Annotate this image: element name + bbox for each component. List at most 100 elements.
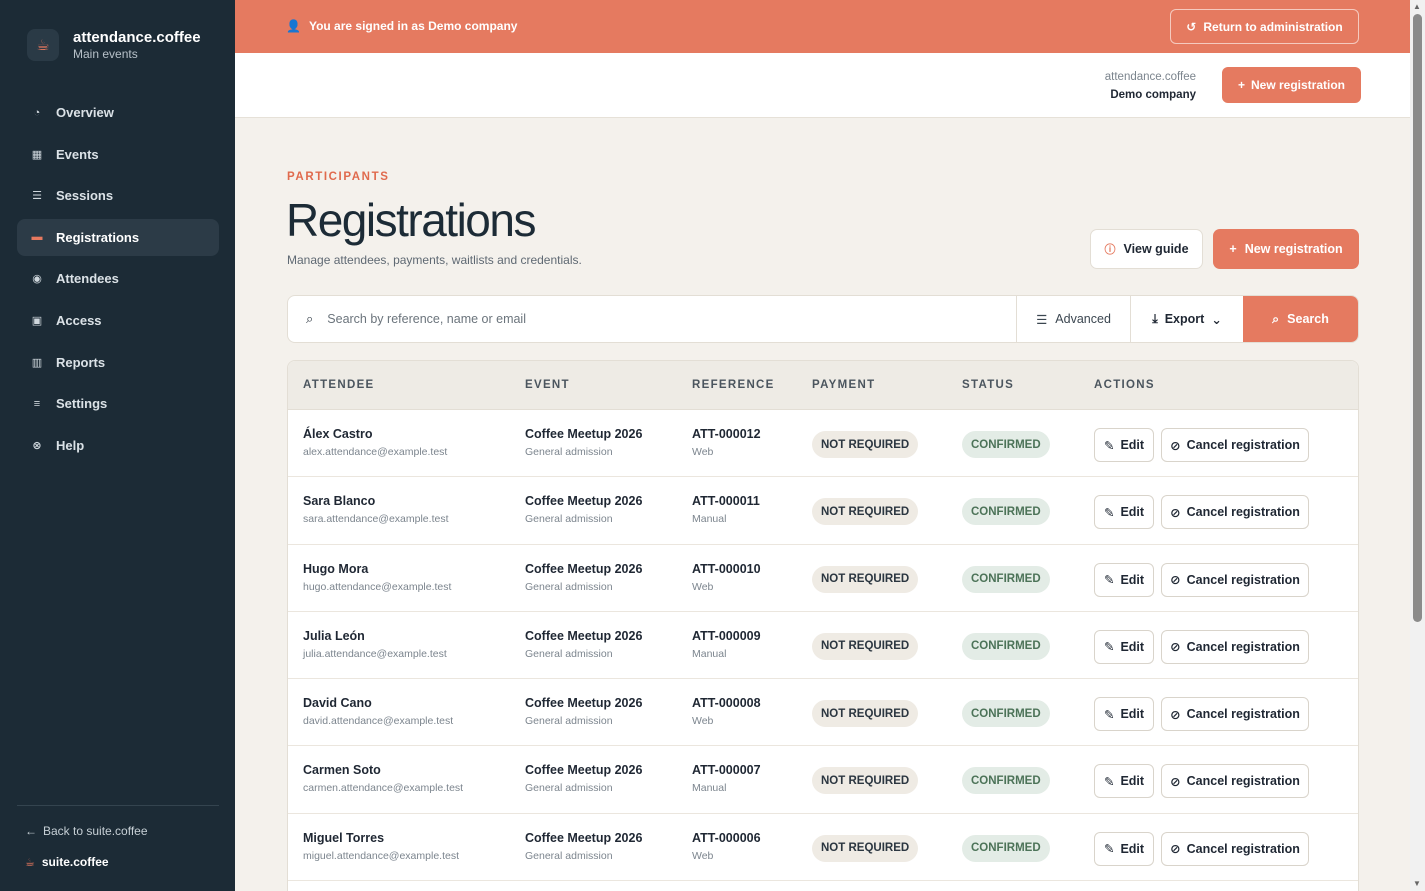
edit-button[interactable]: ✎ Edit (1094, 428, 1154, 462)
table-row[interactable]: Sara Blanco sara.attendance@example.test C… (288, 477, 1358, 545)
column-header-reference[interactable]: REFERENCE (692, 379, 775, 391)
table-row[interactable]: Carmen Soto carmen.attendance@example.tes… (288, 746, 1358, 814)
cancel-label: Cancel registration (1186, 505, 1300, 520)
search-button[interactable]: ⌕ Search (1243, 296, 1358, 342)
org-name: Demo company (1110, 89, 1196, 101)
advanced-label: Advanced (1055, 312, 1111, 326)
cancel-registration-button[interactable]: ⊘ Cancel registration (1161, 831, 1309, 866)
column-header-status[interactable]: STATUS (962, 379, 1014, 391)
attendee-cell: Carmen Soto carmen.attendance@example.tes… (303, 762, 463, 795)
ticket-type: General admission (525, 446, 613, 458)
status-badge: CONFIRMED (962, 834, 1050, 862)
edit-button[interactable]: ✎ Edit (1094, 697, 1154, 732)
event-name: Coffee Meetup 2026 (525, 494, 643, 509)
edit-button[interactable]: ✎ Edit (1094, 629, 1154, 664)
search-input[interactable] (327, 312, 928, 326)
scrollbar-thumb[interactable] (1413, 14, 1422, 622)
cancel-label: Cancel registration (1186, 438, 1300, 452)
registration-channel: Web (692, 715, 714, 728)
sidebar-item-label: Help (56, 437, 85, 453)
help-circle-icon: ⊗ (32, 439, 42, 452)
attendee-name[interactable]: Álex Castro (303, 426, 447, 442)
plus-icon: + (1237, 78, 1245, 92)
edit-button[interactable]: ✎ Edit (1094, 495, 1154, 530)
attendee-cell: Miguel Torres miguel.attendance@example.t… (303, 830, 459, 863)
table-row[interactable]: Álex Castro alex.attendance@example.test C… (288, 410, 1358, 478)
event-name: Coffee Meetup 2026 (525, 427, 643, 441)
back-to-suite-link[interactable]: ← Back to suite.coffee (25, 824, 148, 838)
cancel-registration-button[interactable]: ⊘ Cancel registration (1161, 697, 1309, 732)
attendee-name[interactable]: Julia León (303, 628, 447, 644)
event-cell: Coffee Meetup 2026 General admission (525, 493, 642, 526)
edit-button[interactable]: ✎ Edit (1094, 562, 1154, 597)
attendee-email: carmen.attendance@example.test (303, 782, 464, 795)
ban-icon: ⊘ (1170, 774, 1181, 789)
table-row[interactable]: Hugo Mora hugo.attendance@example.test Cof… (288, 545, 1358, 612)
scroll-up-icon[interactable]: ▲ (1413, 2, 1421, 11)
event-name: Coffee Meetup 2026 (525, 561, 643, 576)
column-header-payment[interactable]: PAYMENT (812, 379, 875, 391)
cancel-registration-button[interactable]: ⊘ Cancel registration (1161, 495, 1309, 530)
attendee-name[interactable]: Sara Blanco (303, 493, 449, 509)
ticket-type: General admission (525, 715, 613, 728)
attendee-name[interactable]: Miguel Torres (303, 830, 459, 846)
event-cell: Coffee Meetup 2026 General admission (525, 830, 642, 863)
reference-cell: ATT-000007 Manual (692, 762, 761, 795)
cancel-label: Cancel registration (1186, 572, 1300, 587)
cancel-registration-button[interactable]: ⊘ Cancel registration (1161, 764, 1309, 799)
brand-name: attendance.coffee (73, 29, 201, 46)
registration-channel: Manual (692, 782, 727, 795)
reference-code: ATT-000006 (692, 830, 761, 845)
table-row[interactable]: David Cano david.attendance@example.test C… (288, 679, 1358, 747)
cancel-registration-button[interactable]: ⊘ Cancel registration (1161, 428, 1309, 462)
advanced-filter-button[interactable]: ☰ Advanced (1016, 296, 1130, 342)
sidebar-item-overview[interactable]: ◔ Overview (17, 94, 219, 131)
sidebar-item-sessions[interactable]: ☰ Sessions (17, 177, 219, 214)
ticket-type: General admission (525, 849, 613, 862)
sidebar-item-label: Registrations (56, 229, 140, 245)
brand[interactable]: ☕ attendance.coffee Main events (27, 28, 201, 62)
event-cell: Coffee Meetup 2026 General admission (525, 695, 642, 728)
pencil-icon: ✎ (1103, 505, 1115, 520)
export-dropdown[interactable]: ⤓ Export ⌄ (1130, 296, 1243, 342)
attendee-cell: Hugo Mora hugo.attendance@example.test (303, 561, 451, 594)
payment-badge: NOT REQUIRED (812, 834, 919, 862)
edit-button[interactable]: ✎ Edit (1094, 764, 1154, 799)
pencil-icon: ✎ (1103, 707, 1115, 722)
sidebar-item-reports[interactable]: ▥ Reports (17, 344, 219, 381)
sidebar-item-events[interactable]: ▦ Events (17, 136, 219, 173)
org-app-name: attendance.coffee (1104, 71, 1196, 83)
reference-cell: ATT-000009 Manual (692, 628, 761, 661)
registration-channel: Web (692, 446, 714, 458)
cancel-registration-button[interactable]: ⊘ Cancel registration (1161, 629, 1309, 664)
attendee-name[interactable]: David Cano (303, 695, 453, 711)
new-registration-button[interactable]: + New registration (1213, 229, 1359, 269)
sidebar-item-access[interactable]: ▣ Access (17, 302, 219, 339)
impersonation-banner: 👤 You are signed in as Demo company ↺ Retu… (235, 0, 1410, 53)
event-name: Coffee Meetup 2026 (525, 763, 643, 778)
view-guide-button[interactable]: ⓘ View guide (1090, 229, 1203, 269)
table-row[interactable]: Julia León julia.attendance@example.test C… (288, 612, 1358, 680)
suite-logo[interactable]: ☕ suite.coffee (25, 855, 109, 869)
sidebar-item-registrations[interactable]: ▬ Registrations (17, 218, 219, 256)
sidebar-item-attendees[interactable]: ◉ Attendees (17, 260, 219, 297)
column-header-event[interactable]: EVENT (525, 379, 570, 391)
pencil-icon: ✎ (1103, 774, 1115, 789)
return-to-administration-button[interactable]: ↺ Return to administration (1170, 9, 1359, 44)
attendee-name[interactable]: Hugo Mora (303, 561, 451, 577)
table-row[interactable]: Miguel Torres miguel.attendance@example.t… (288, 814, 1358, 882)
payment-badge: NOT REQUIRED (812, 431, 919, 458)
event-name: Coffee Meetup 2026 (525, 628, 643, 643)
attendee-email: sara.attendance@example.test (303, 513, 449, 526)
scroll-down-icon[interactable]: ▼ (1413, 879, 1421, 888)
pencil-icon: ✎ (1103, 438, 1115, 453)
column-header-attendee[interactable]: ATTENDEE (303, 379, 375, 391)
reference-cell: ATT-000008 Web (692, 695, 761, 728)
cancel-registration-button[interactable]: ⊘ Cancel registration (1161, 562, 1309, 597)
sidebar-item-help[interactable]: ⊗ Help (17, 427, 219, 464)
sidebar-item-settings[interactable]: ≡ Settings (17, 385, 219, 422)
edit-button[interactable]: ✎ Edit (1094, 831, 1154, 866)
header-new-registration-button[interactable]: + New registration (1222, 67, 1361, 103)
attendee-name[interactable]: Carmen Soto (303, 762, 463, 778)
header-bar: attendance.coffee Demo company + New regi… (235, 53, 1410, 118)
